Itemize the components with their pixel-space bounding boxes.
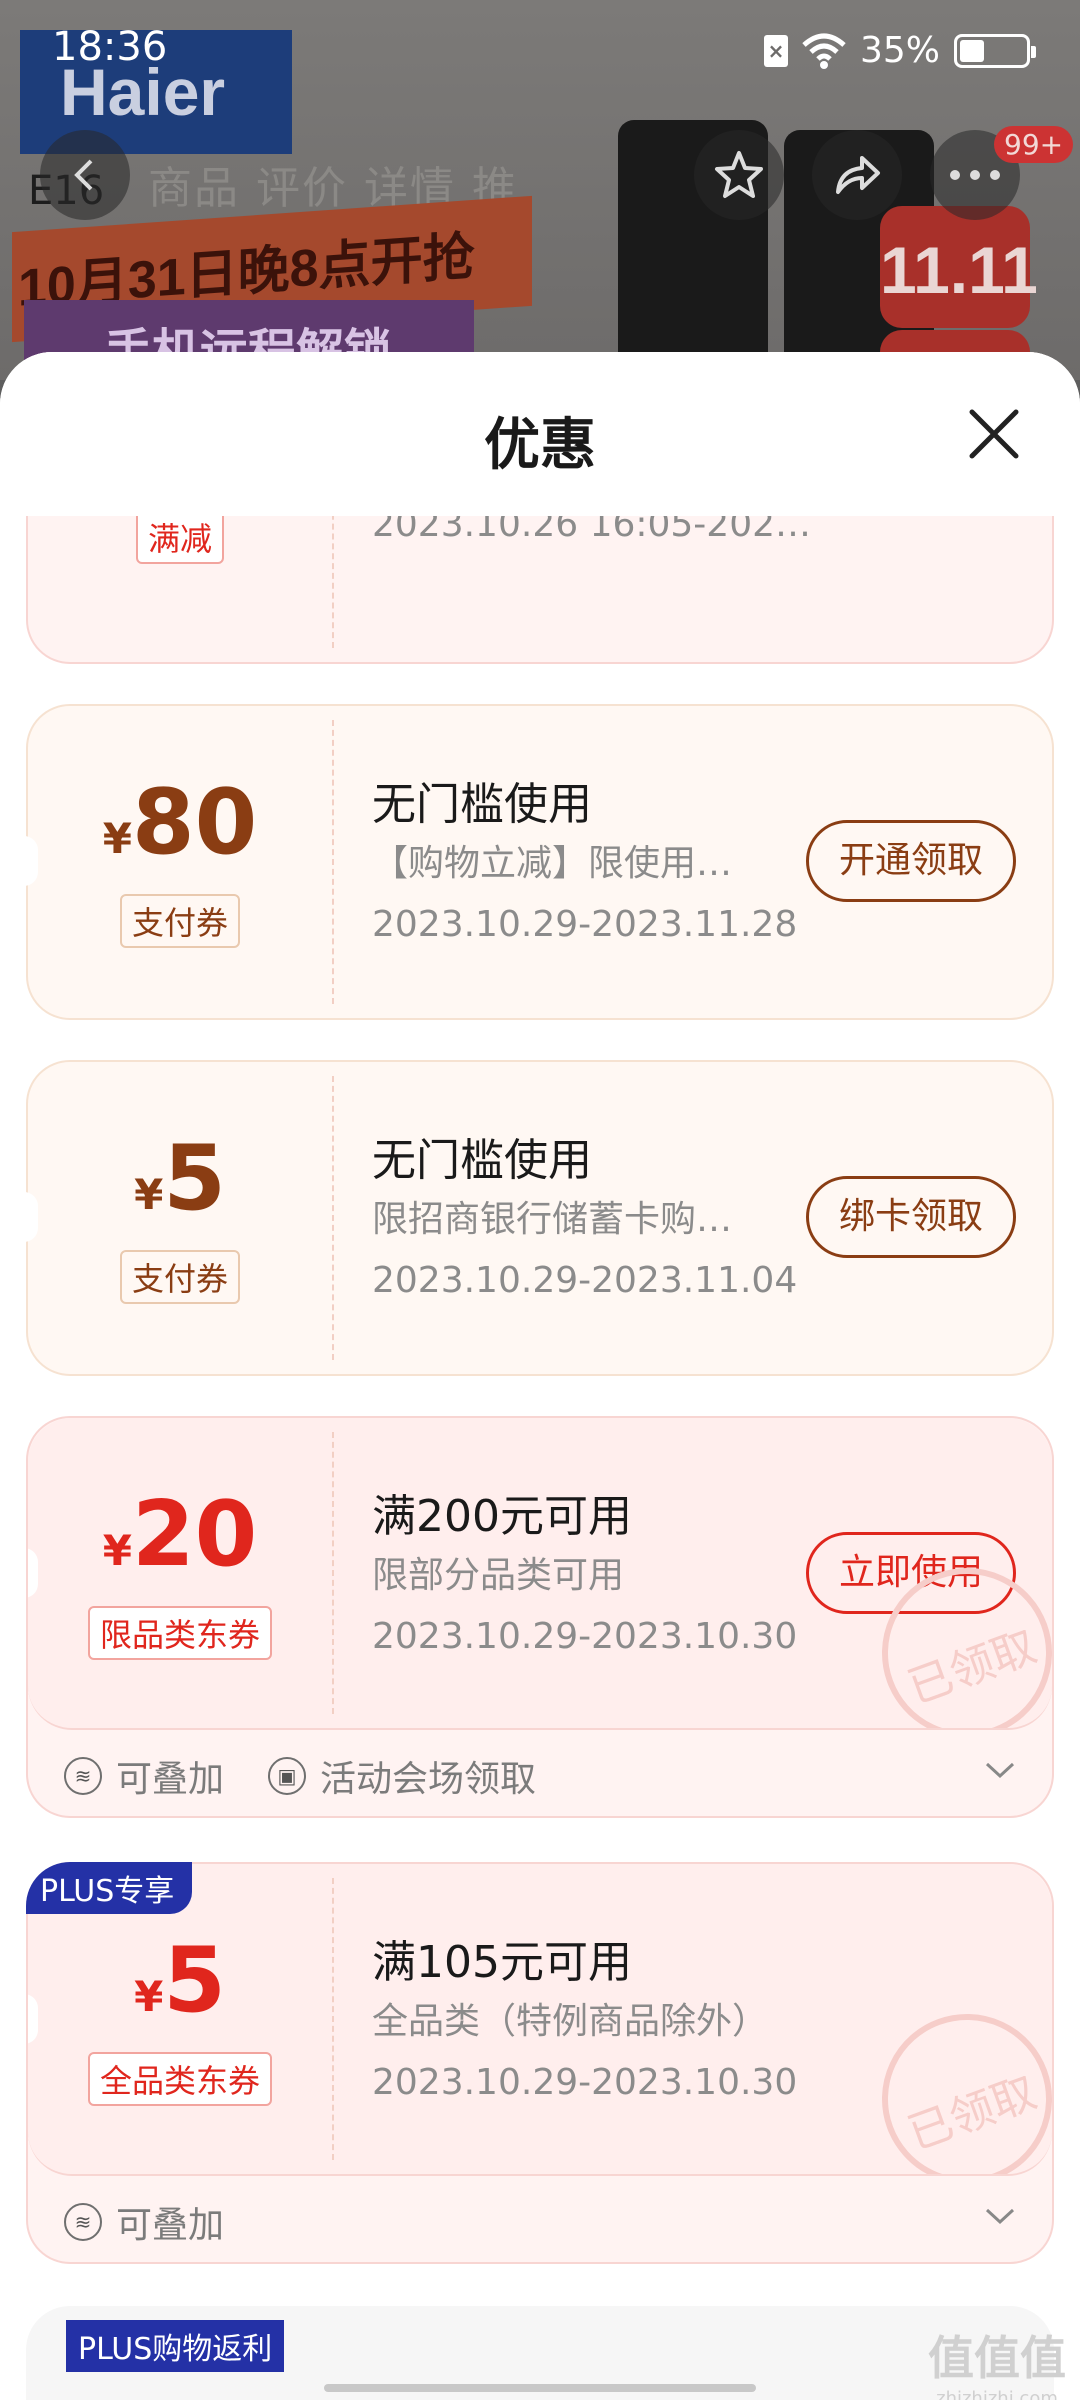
back-button[interactable] bbox=[40, 130, 130, 220]
plus-exclusive-tag: PLUS专享 bbox=[26, 1862, 193, 1914]
favorite-button[interactable] bbox=[694, 130, 784, 220]
double-eleven-badge: 11.11 bbox=[880, 206, 1038, 328]
stackable-icon: ≋ bbox=[64, 1757, 102, 1795]
coupon-type-label: 支付券 bbox=[119, 1250, 240, 1304]
coupon-amount: ¥80 bbox=[102, 770, 258, 875]
coupon-type-label: 限品类东券 bbox=[87, 1606, 272, 1660]
status-time: 18:36 bbox=[52, 24, 168, 70]
coupon-title: 无门槛使用 bbox=[372, 1135, 592, 1186]
sim-icon: × bbox=[763, 34, 788, 67]
coupon-type-label: 全品类东券 bbox=[87, 2052, 272, 2106]
coupon-description: 【购物立减】限使用… bbox=[372, 843, 733, 884]
stackable-label: 可叠加 bbox=[116, 1759, 225, 1800]
coupon-card: ¥20 限品类东券 满200元可用 限部分品类可用 2023.10.29-202… bbox=[26, 1416, 1054, 1818]
bind-card-claim-button[interactable]: 绑卡领取 bbox=[806, 1176, 1016, 1258]
coupon-date: 2023.10.29-2023.11.04 bbox=[372, 1260, 798, 1301]
share-icon bbox=[836, 156, 880, 194]
chevron-down-icon[interactable] bbox=[984, 2206, 1016, 2226]
battery-percent: 35% bbox=[859, 30, 940, 71]
status-bar: 18:36 × 35% bbox=[0, 0, 1080, 100]
activate-claim-button[interactable]: 开通领取 bbox=[806, 820, 1016, 902]
message-badge: 99+ bbox=[994, 126, 1074, 163]
coupon-description: 限招商银行储蓄卡购… bbox=[372, 1199, 733, 1240]
more-icon bbox=[950, 170, 1000, 180]
coupon-card: ¥5 全品类东券 满105元可用 全品类（特例商品除外） 2023.10.29-… bbox=[26, 1862, 1054, 2264]
watermark: 值值值 zhizhizhi.com bbox=[928, 2331, 1066, 2400]
coupon-date: 2023.10.29-2023.10.30 bbox=[372, 1616, 798, 1657]
coupon-amount: ¥20 bbox=[102, 1482, 258, 1587]
coupon-type-label: 满减 bbox=[135, 510, 224, 564]
coupon-amount: ¥5 bbox=[134, 1928, 226, 2033]
stackable-icon: ≋ bbox=[64, 2203, 102, 2241]
stackable-label: 可叠加 bbox=[116, 2205, 225, 2246]
plus-rebate-tag: PLUS购物返利 bbox=[66, 2320, 285, 2372]
sheet-title: 优惠 bbox=[484, 413, 596, 478]
share-button[interactable] bbox=[812, 130, 902, 220]
coupon-description: 限部分品类可用 bbox=[372, 1555, 625, 1596]
home-indicator[interactable] bbox=[324, 2384, 756, 2392]
coupon-type-label: 支付券 bbox=[119, 894, 240, 948]
coupon-title: 满105元可用 bbox=[372, 1937, 632, 1988]
coupon-title: 无门槛使用 bbox=[372, 779, 592, 830]
sheet-header: 优惠 bbox=[0, 352, 1080, 516]
wifi-icon bbox=[802, 33, 846, 69]
ticket-icon: ▣ bbox=[268, 1757, 306, 1795]
coupon-card: ¥80 支付券 无门槛使用 【购物立减】限使用… 2023.10.29-2023… bbox=[24, 704, 1054, 1020]
star-icon bbox=[715, 151, 763, 198]
coupon-date: 2023.10.29-2023.10.30 bbox=[372, 2062, 798, 2103]
coupon-amount: ¥5 bbox=[134, 1126, 226, 1231]
coupon-title: 满200元可用 bbox=[372, 1491, 632, 1542]
battery-icon bbox=[954, 33, 1036, 68]
coupon-sheet: 满减 2023.10.26 16:05-202… ¥80 支付券 无门槛使用 【… bbox=[0, 352, 1080, 2400]
venue-claim-label: 活动会场领取 bbox=[320, 1759, 537, 1800]
coupon-list[interactable]: 满减 2023.10.26 16:05-202… ¥80 支付券 无门槛使用 【… bbox=[0, 352, 1080, 2400]
chevron-left-icon bbox=[74, 159, 93, 191]
coupon-date: 2023.10.29-2023.11.28 bbox=[372, 904, 798, 945]
claimed-stamp: 已领取 bbox=[858, 1990, 1052, 2174]
chevron-down-icon[interactable] bbox=[984, 1760, 1016, 1780]
close-icon[interactable] bbox=[964, 404, 1024, 464]
coupon-card: ¥5 支付券 无门槛使用 限招商银行储蓄卡购… 2023.10.29-2023.… bbox=[24, 1060, 1054, 1376]
coupon-description: 全品类（特例商品除外） bbox=[372, 2001, 769, 2042]
